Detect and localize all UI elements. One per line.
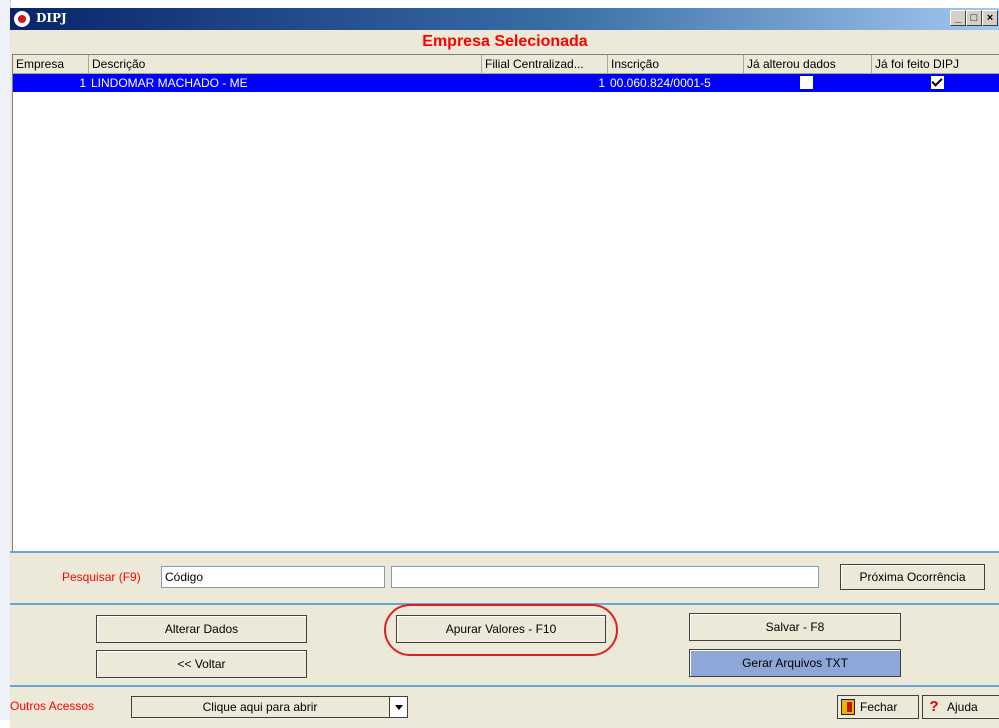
grid-header: Empresa Descrição Filial Centralizad... … — [13, 55, 999, 74]
cell-empresa: 1 — [79, 76, 86, 90]
column-header-ja-feito[interactable]: Já foi feito DIPJ — [872, 55, 999, 73]
separator — [10, 685, 999, 687]
next-occurrence-button[interactable]: Próxima Ocorrência — [840, 564, 985, 590]
close-button[interactable]: × — [982, 10, 998, 26]
cell-inscricao: 00.060.824/0001-5 — [610, 76, 711, 90]
search-input[interactable] — [391, 566, 819, 588]
column-header-descricao[interactable]: Descrição — [89, 55, 482, 73]
separator — [10, 551, 999, 553]
column-header-ja-alterou[interactable]: Já alterou dados — [744, 55, 872, 73]
minimize-button[interactable]: _ — [950, 10, 966, 26]
column-header-inscricao[interactable]: Inscrição — [608, 55, 744, 73]
cell-descricao: LINDOMAR MACHADO - ME — [91, 76, 248, 90]
dipj-window: DIPJ _ □ × Empresa Selecionada Empresa D… — [10, 8, 999, 728]
outros-acessos-combo[interactable]: Clique aqui para abrir — [131, 696, 408, 718]
column-header-empresa[interactable]: Empresa — [13, 55, 89, 73]
ajuda-label: Ajuda — [947, 700, 978, 714]
column-header-filial[interactable]: Filial Centralizad... — [482, 55, 608, 73]
ajuda-button[interactable]: ? Ajuda — [922, 695, 999, 719]
dropdown-arrow-icon[interactable] — [389, 697, 407, 717]
cell-filial: 1 — [598, 76, 605, 90]
ja-feito-checkbox[interactable] — [931, 76, 944, 89]
door-exit-icon — [841, 699, 855, 715]
gerar-arquivos-button[interactable]: Gerar Arquivos TXT — [689, 649, 901, 677]
question-icon: ? — [925, 698, 943, 716]
combo-value: Clique aqui para abrir — [202, 700, 318, 714]
salvar-button[interactable]: Salvar - F8 — [689, 613, 901, 641]
title-bar: DIPJ _ □ × — [10, 8, 999, 30]
search-label: Pesquisar (F9) — [62, 570, 141, 584]
window-title: DIPJ — [36, 11, 67, 25]
ja-alterou-checkbox[interactable] — [800, 76, 813, 89]
alterar-dados-button[interactable]: Alterar Dados — [96, 615, 307, 643]
table-row[interactable]: 1 LINDOMAR MACHADO - ME 1 00.060.824/000… — [13, 74, 999, 92]
page-heading: Empresa Selecionada — [422, 33, 588, 50]
voltar-button[interactable]: << Voltar — [96, 650, 307, 678]
apurar-valores-button[interactable]: Apurar Valores - F10 — [396, 615, 606, 643]
record-icon — [14, 11, 30, 27]
search-field-select[interactable]: Código — [161, 566, 385, 588]
fechar-label: Fechar — [860, 700, 898, 714]
companies-grid[interactable]: Empresa Descrição Filial Centralizad... … — [12, 54, 999, 552]
outros-acessos-label: Outros Acessos — [10, 699, 95, 713]
fechar-button[interactable]: Fechar — [837, 695, 919, 719]
maximize-button[interactable]: □ — [966, 10, 982, 26]
